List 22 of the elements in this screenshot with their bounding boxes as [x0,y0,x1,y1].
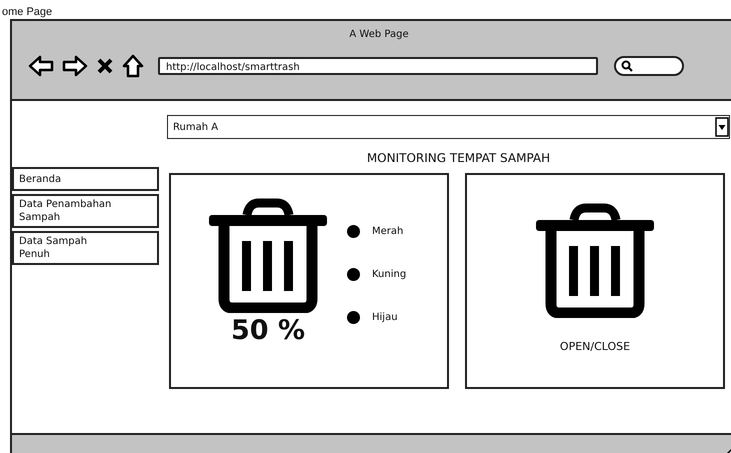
lid-status-label: OPEN/CLOSE [560,340,630,353]
section-heading: MONITORING TEMPAT SAMPAH [366,151,552,165]
location-dropdown[interactable]: Rumah A [167,115,730,139]
back-icon[interactable] [28,54,54,78]
search-icon [621,60,633,72]
status-dot [347,268,360,281]
legend-label: Kuning [372,269,406,280]
status-dot [347,311,360,324]
page-heading: ome Page [1,6,52,18]
legend-label: Hijau [372,312,398,323]
sidebar-item[interactable]: Data Sampah Penuh [12,231,159,265]
fill-percentage: 50 % [230,315,306,346]
search-field[interactable] [614,56,684,76]
window-title: A Web Page [349,29,409,40]
forward-icon[interactable] [62,54,88,78]
legend-label: Merah [372,226,404,237]
sidebar-item[interactable]: Beranda [12,167,159,191]
status-dot [347,225,360,238]
address-field[interactable]: http://localhost/smarttrash [158,57,598,75]
sidebar-item[interactable]: Data Penambahan Sampah [12,194,159,228]
dropdown-caret-icon [715,117,729,137]
close-icon[interactable] [96,57,114,75]
